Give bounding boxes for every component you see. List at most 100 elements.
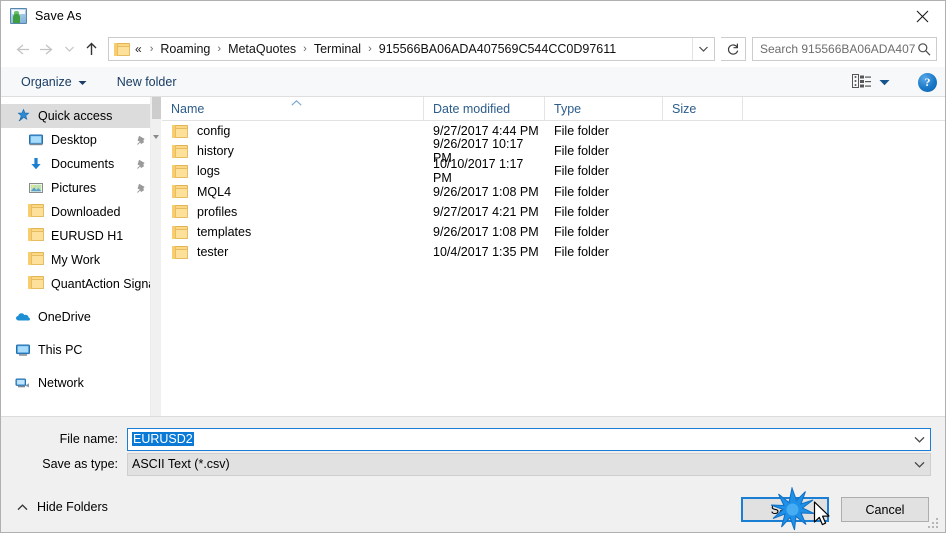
breadcrumb-item-terminal-id[interactable]: 915566BA06ADA407569C544CC0D97611 — [377, 42, 618, 56]
search-input[interactable] — [760, 42, 916, 56]
sidebar-item-onedrive[interactable]: OneDrive — [1, 305, 161, 329]
hide-folders-button[interactable]: Hide Folders — [17, 500, 108, 514]
table-row[interactable]: history 9/26/2017 10:17 PM File folder — [162, 137, 945, 165]
save-as-type-chevron-down-icon[interactable] — [908, 461, 930, 468]
pin-icon[interactable] — [136, 183, 147, 194]
cell-type: File folder — [554, 124, 609, 139]
resize-grip-icon[interactable] — [927, 515, 941, 529]
help-icon[interactable]: ? — [918, 72, 937, 92]
title-bar: Save As — [1, 1, 945, 31]
cell-date-modified: 10/4/2017 1:35 PM — [433, 245, 539, 260]
breadcrumb-item-metaquotes[interactable]: MetaQuotes — [226, 42, 298, 56]
close-icon[interactable] — [899, 1, 945, 31]
folder-icon — [172, 185, 188, 199]
cell-name: tester — [162, 245, 424, 259]
cell-name: profiles — [162, 205, 424, 219]
cell-name: MQL4 — [162, 185, 424, 199]
view-layout-button[interactable] — [848, 72, 894, 93]
folder-icon — [172, 225, 188, 239]
folder-icon — [172, 205, 188, 219]
sidebar-item-label: Network — [38, 376, 84, 390]
view-controls: ? — [848, 67, 937, 97]
column-header-type[interactable]: Type — [545, 97, 663, 120]
refresh-icon[interactable] — [721, 37, 746, 61]
breadcrumb-separator: › — [149, 43, 154, 55]
cell-date-modified: 9/26/2017 1:08 PM — [433, 225, 539, 240]
cell-type: File folder — [554, 204, 609, 219]
cell-type: File folder — [554, 225, 609, 240]
cell-name: logs — [162, 164, 424, 178]
column-header-size[interactable]: Size — [663, 97, 743, 120]
file-name-label: File name: — [59, 432, 118, 446]
sidebar-item-this-pc[interactable]: This PC — [1, 338, 161, 362]
chevron-up-icon — [17, 500, 28, 514]
folder-icon — [172, 245, 188, 259]
new-folder-button[interactable]: New folder — [109, 72, 185, 92]
folder-icon — [172, 144, 188, 158]
pin-icon[interactable] — [136, 159, 147, 170]
new-folder-label: New folder — [116, 74, 177, 89]
table-row[interactable]: config 9/27/2017 4:44 PM File folder — [162, 121, 945, 141]
column-header-date-modified[interactable]: Date modified — [424, 97, 545, 120]
address-bar[interactable]: « › Roaming › MetaQuotes › Terminal › 91… — [108, 37, 715, 61]
search-icon[interactable] — [916, 42, 932, 56]
search-box[interactable] — [752, 37, 937, 61]
file-name-input[interactable]: EURUSD2 — [127, 427, 931, 451]
cancel-button[interactable]: Cancel — [841, 497, 929, 522]
cell-type: File folder — [554, 184, 609, 199]
sidebar-item-label: EURUSD H1 — [51, 229, 124, 243]
address-chevron-down-icon[interactable] — [692, 38, 714, 60]
navigation-pane: Quick access Desktop Documents Pictures … — [1, 97, 161, 416]
scroll-down-arrow-icon[interactable] — [153, 135, 159, 139]
sidebar-item-network[interactable]: Network — [1, 371, 161, 395]
breadcrumb-overflow[interactable]: « — [134, 42, 145, 56]
column-label: Size — [672, 101, 697, 116]
chevron-down-icon — [78, 75, 87, 89]
pictures-icon — [28, 180, 44, 196]
sidebar-item-label: Documents — [51, 157, 115, 171]
view-layout-icon — [852, 73, 872, 91]
file-name-chevron-down-icon[interactable] — [908, 436, 930, 443]
sidebar-item-eurusd-h1[interactable]: EURUSD H1 — [1, 224, 161, 248]
arrow-right-icon[interactable] — [34, 36, 60, 62]
pin-icon[interactable] — [136, 135, 147, 146]
sidebar-item-documents[interactable]: Documents — [1, 152, 161, 176]
cell-date-modified: 9/26/2017 1:08 PM — [433, 184, 539, 199]
navigation-bar: « › Roaming › MetaQuotes › Terminal › 91… — [1, 31, 945, 67]
cell-date-modified: 10/10/2017 1:17 PM — [433, 157, 524, 186]
table-row[interactable]: tester 10/4/2017 1:35 PM File folder — [162, 242, 945, 262]
table-row[interactable]: profiles 9/27/2017 4:21 PM File folder — [162, 202, 945, 222]
column-header-name[interactable]: Name — [162, 97, 424, 120]
cell-date-modified: 9/27/2017 4:44 PM — [433, 124, 539, 139]
sidebar-item-pictures[interactable]: Pictures — [1, 176, 161, 200]
save-button[interactable]: Save — [741, 497, 829, 522]
table-row[interactable]: templates 9/26/2017 1:08 PM File folder — [162, 222, 945, 242]
cell-name: config — [162, 124, 424, 138]
cell-type: File folder — [554, 164, 609, 179]
column-label: Type — [554, 101, 582, 116]
save-as-type-select[interactable]: ASCII Text (*.csv) — [127, 452, 931, 476]
breadcrumb-separator: › — [303, 43, 307, 55]
breadcrumb-item-terminal[interactable]: Terminal — [312, 42, 363, 56]
sidebar-item-desktop[interactable]: Desktop — [1, 128, 161, 152]
window-title: Save As — [35, 9, 82, 23]
table-row[interactable]: logs 10/10/2017 1:17 PM File folder — [162, 157, 945, 185]
sidebar-scrollbar[interactable] — [150, 97, 161, 416]
network-icon — [15, 375, 31, 391]
cell-date-modified: 9/27/2017 4:21 PM — [433, 204, 539, 219]
sidebar-item-quick-access[interactable]: Quick access — [1, 104, 161, 128]
sidebar-item-downloaded[interactable]: Downloaded — [1, 200, 161, 224]
arrow-up-icon[interactable] — [78, 36, 104, 62]
organize-button[interactable]: Organize — [13, 72, 95, 92]
folder-icon — [114, 42, 130, 56]
breadcrumb-separator: › — [368, 43, 372, 55]
sidebar-item-my-work[interactable]: My Work — [1, 248, 161, 272]
sidebar-item-label: Desktop — [51, 133, 97, 147]
scrollbar-thumb[interactable] — [152, 97, 161, 119]
breadcrumb-item-roaming[interactable]: Roaming — [158, 42, 212, 56]
table-row[interactable]: MQL4 9/26/2017 1:08 PM File folder — [162, 182, 945, 202]
arrow-left-icon[interactable] — [8, 36, 34, 62]
sidebar-item-quantaction-signal[interactable]: QuantAction Signal — [1, 272, 161, 296]
dialog-body: Quick access Desktop Documents Pictures … — [1, 97, 945, 416]
recent-locations-chevron-down-icon[interactable] — [60, 36, 78, 62]
